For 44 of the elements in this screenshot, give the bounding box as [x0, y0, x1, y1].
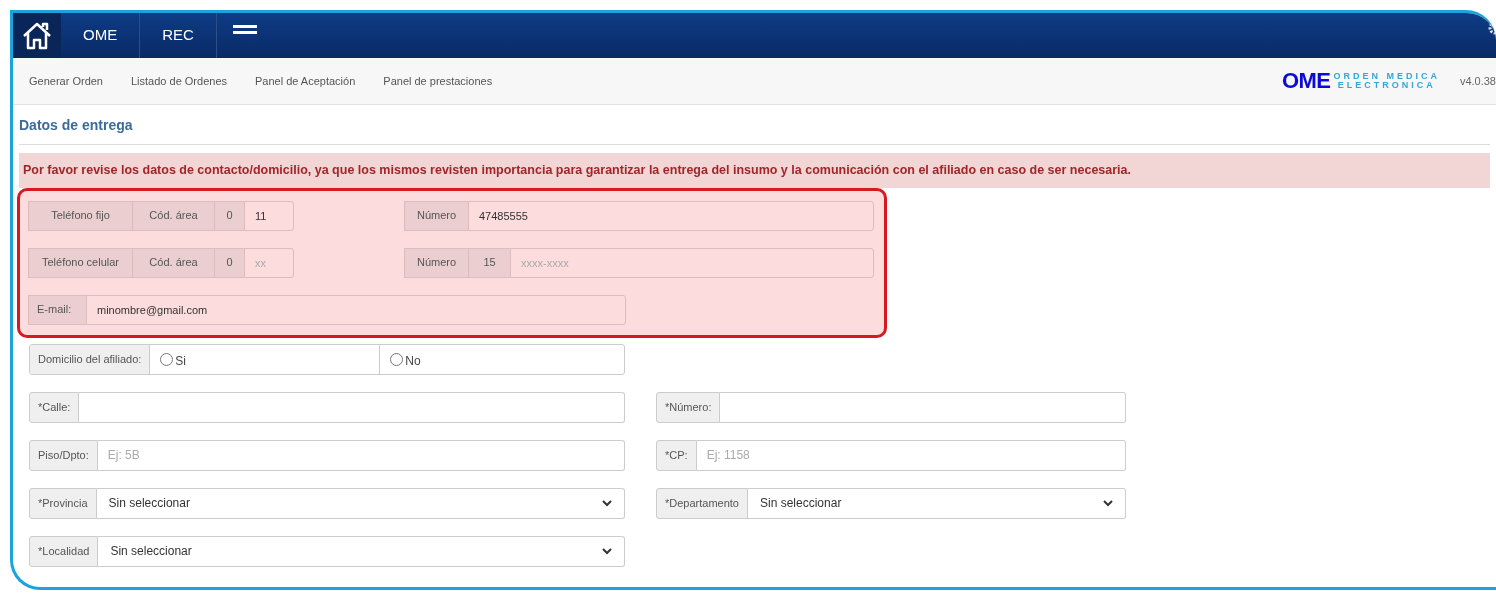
field-label: Cód. área: [132, 247, 214, 278]
radio-option[interactable]: No: [380, 344, 624, 374]
home-button[interactable]: [13, 13, 61, 58]
field-label: Piso/Dpto:: [29, 439, 98, 471]
area-code-field[interactable]: xx: [244, 247, 294, 278]
field-label: *CP:: [656, 439, 697, 471]
nav-link[interactable]: Panel de Aceptación: [255, 72, 356, 90]
field-prefix: 0: [214, 247, 244, 278]
text-field[interactable]: Ej: 5B: [97, 439, 625, 471]
area-code-field[interactable]: 11: [244, 200, 294, 231]
chevron-down-icon: [602, 499, 612, 507]
nav-link[interactable]: Listado de Ordenes: [131, 72, 227, 90]
field-label: Cód. área: [132, 200, 214, 231]
select-field[interactable]: Sin seleccionar: [96, 487, 625, 519]
alert-message: Por favor revise los datos de contacto/domicilio, ya que los mismos revisten importancia para garantizar la entrega del insumo y la comunicación con el afiliado en caso de ser necesaria.: [19, 153, 1490, 188]
section-title: Datos de entrega: [19, 115, 1490, 145]
nav-link[interactable]: Panel de prestaciones: [383, 72, 493, 90]
field-label: Domicilio del afiliado:: [30, 344, 151, 374]
field-prefix: 15: [468, 247, 510, 278]
text-field[interactable]: [720, 391, 1126, 423]
menu-icon: [232, 25, 257, 35]
field-label: *Calle:: [29, 391, 80, 423]
field-label: Teléfono fijo: [28, 200, 132, 231]
chevron-down-icon: [1103, 499, 1113, 507]
field-label: *Número:: [656, 391, 721, 423]
email-field[interactable]: minombre@gmail.com: [86, 294, 626, 325]
field-label: Teléfono celular: [28, 247, 132, 278]
nav-link[interactable]: Generar Orden: [29, 72, 103, 90]
field-label: E-mail:: [28, 294, 86, 325]
select-field[interactable]: Sin seleccionar: [98, 535, 625, 567]
field-prefix: 0: [214, 200, 244, 231]
phone-number-field[interactable]: 47485555: [468, 200, 874, 231]
select-field[interactable]: Sin seleccionar: [748, 487, 1126, 519]
field-label: *Localidad: [29, 535, 99, 567]
field-label: Número: [404, 200, 468, 231]
field-label: *Provincia: [29, 487, 97, 519]
field-label: Número: [404, 247, 468, 278]
chevron-down-icon: [602, 547, 612, 555]
radio-option[interactable]: Si: [150, 344, 381, 374]
version-label: v4.0.38: [1459, 73, 1496, 89]
text-field[interactable]: Ej: 1158: [696, 439, 1126, 471]
phone-number-field[interactable]: xxxx-xxxx: [510, 247, 874, 278]
text-field[interactable]: [79, 391, 625, 423]
field-label: *Departamento: [656, 487, 748, 519]
